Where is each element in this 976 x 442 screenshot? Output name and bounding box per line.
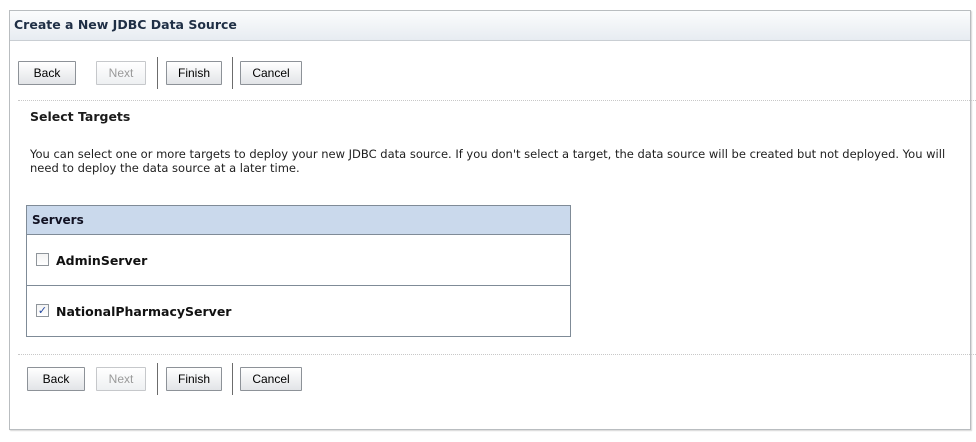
section-description: You can select one or more targets to de… xyxy=(30,147,946,175)
button-separator xyxy=(157,363,158,395)
button-separator xyxy=(157,57,158,89)
finish-button[interactable]: Finish xyxy=(166,367,222,391)
servers-table: Servers AdminServer ✓ NationalPharmacySe… xyxy=(26,205,571,337)
next-button[interactable]: Next xyxy=(96,367,146,391)
button-separator xyxy=(232,363,233,395)
finish-button[interactable]: Finish xyxy=(166,61,222,85)
cancel-button[interactable]: Cancel xyxy=(240,61,302,85)
server-name-label: NationalPharmacyServer xyxy=(56,304,232,319)
divider xyxy=(18,354,976,355)
button-separator xyxy=(232,57,233,89)
nationalpharmacyserver-checkbox[interactable]: ✓ xyxy=(36,304,49,317)
servers-table-header: Servers xyxy=(27,206,570,235)
next-button[interactable]: Next xyxy=(96,61,146,85)
server-name-label: AdminServer xyxy=(56,253,148,268)
back-button[interactable]: Back xyxy=(27,367,85,391)
cancel-button[interactable]: Cancel xyxy=(240,367,302,391)
back-button[interactable]: Back xyxy=(18,61,76,85)
table-row: ✓ NationalPharmacyServer xyxy=(27,286,570,336)
section-heading: Select Targets xyxy=(30,109,131,124)
divider xyxy=(18,100,976,101)
dialog-title: Create a New JDBC Data Source xyxy=(10,11,970,41)
adminserver-checkbox[interactable] xyxy=(36,253,49,266)
table-row: AdminServer xyxy=(27,235,570,286)
